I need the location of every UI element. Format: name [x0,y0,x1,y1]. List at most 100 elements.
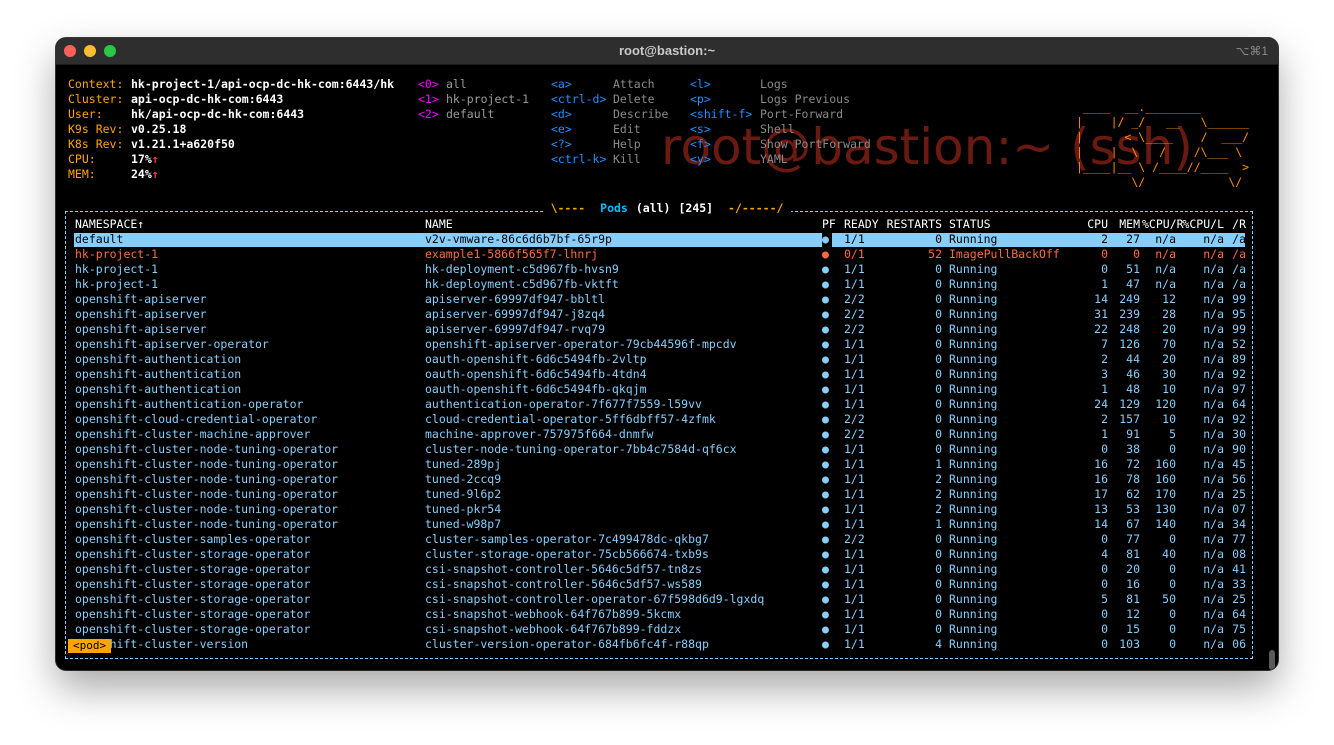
hotkey-key[interactable]: <a> [551,77,572,92]
hotkey-desc[interactable]: Edit [613,122,641,137]
column-header[interactable]: %CPU/L [1182,217,1224,232]
table-row[interactable]: openshift-cluster-node-tuning-operator tu… [56,472,1278,487]
namespace-key[interactable]: <0> [418,77,439,92]
table-row[interactable]: openshift-authentication-operator authent… [56,397,1278,412]
table-cell: 120 [1155,397,1176,411]
port-forward-indicator: ● [822,472,829,486]
hotkey-key[interactable]: <l> [690,77,711,92]
namespace-name[interactable]: hk-project-1 [446,92,529,107]
table-cell: 1 [1101,277,1108,291]
info-label: Context: [68,77,124,91]
hotkey-desc[interactable]: Kill [613,152,641,167]
table-cell: n/a [1155,277,1176,291]
table-row[interactable]: openshift-cluster-storage-operator csi-sn… [56,562,1278,577]
hotkey-desc[interactable]: Describe [613,107,668,122]
table-row[interactable]: openshift-apiserver apiserver-69997df947-… [56,307,1278,322]
hotkey-key[interactable]: <y> [690,152,711,167]
hotkey-key[interactable]: <d> [551,107,572,122]
hotkey-desc[interactable]: Help [613,137,641,152]
namespace-name[interactable]: default [446,107,494,122]
table-cell: hk-project-1 [75,247,159,261]
table-cell: openshift-cluster-storage-operator [75,607,311,621]
table-cell: csi-snapshot-webhook-64f767b899-5kcmx [425,607,682,621]
table-cell: apiserver-69997df947-j8zq4 [425,307,606,321]
column-header[interactable]: NAME [425,217,815,232]
table-cell: 1/1 [844,457,865,471]
table-row[interactable]: openshift-cloud-credential-operator cloud… [56,412,1278,427]
table-row[interactable]: default v2v-vmware-86c6d6b7bf-65r9p ● 1/1 0 R… [56,232,1278,247]
hotkey-desc[interactable]: YAML [760,152,788,167]
table-row[interactable]: openshift-cluster-node-tuning-operator tu… [56,487,1278,502]
hotkey-desc[interactable]: Port-Forward [760,107,843,122]
table-row[interactable]: openshift-authentication oauth-openshift-… [56,352,1278,367]
hotkey-desc[interactable]: Show PortForward [760,137,871,152]
table-row[interactable]: openshift-cluster-node-tuning-operator tu… [56,517,1278,532]
table-row[interactable]: hk-project-1 hk-deployment-c5d967fb-vktft… [56,277,1278,292]
table-row[interactable]: openshift-apiserver-operator openshift-ap… [56,337,1278,352]
hotkey-key[interactable]: <?> [551,137,572,152]
column-header[interactable]: READY [844,217,884,232]
hotkey-desc[interactable]: Shell [760,122,795,137]
info-label: User: [68,107,103,121]
table-cell: 0 [1101,562,1108,576]
table-cell: n/a [1203,427,1224,441]
table-cell: 1/1 [844,562,865,576]
hotkey-key[interactable]: <shift-f> [690,107,752,122]
table-row[interactable]: openshift-cluster-storage-operator csi-sn… [56,607,1278,622]
namespace-key[interactable]: <2> [418,107,439,122]
table-row[interactable]: openshift-cluster-storage-operator cluste… [56,547,1278,562]
table-row[interactable]: openshift-cluster-version cluster-version… [56,637,1278,652]
table-header: NAMESPACE↑ NAME PF READY RESTARTS STATUS CPU ME… [56,217,1278,232]
hotkey-desc[interactable]: Logs Previous [760,92,850,107]
table-row[interactable]: openshift-apiserver apiserver-69997df947-… [56,322,1278,337]
hotkey-desc[interactable]: Delete [613,92,655,107]
table-row[interactable]: openshift-authentication oauth-openshift-… [56,367,1278,382]
table-row[interactable]: hk-project-1 hk-deployment-c5d967fb-hvsn9… [56,262,1278,277]
window-title: root@bastion:~ [618,43,716,58]
table-cell: 38 [1126,442,1140,456]
table-row[interactable]: openshift-cluster-node-tuning-operator cl… [56,442,1278,457]
table-row[interactable]: openshift-cluster-storage-operator csi-sn… [56,622,1278,637]
table-cell: 0 [935,292,942,306]
namespace-name[interactable]: all [446,77,467,92]
hotkey-key[interactable]: <ctrl-k> [551,152,606,167]
hotkey-key[interactable]: <f> [690,137,711,152]
table-row[interactable]: openshift-cluster-node-tuning-operator tu… [56,502,1278,517]
column-header[interactable]: %CPU/R [1142,217,1184,232]
column-header[interactable]: CPU [1076,217,1108,232]
hotkey-key[interactable]: <ctrl-d> [551,92,606,107]
column-header[interactable]: RESTARTS [884,217,942,232]
hotkey-desc[interactable]: Logs [760,77,788,92]
table-cell: 56 [1232,472,1246,486]
scrollbar-thumb[interactable] [1269,650,1275,670]
table-cell: 0 [1101,607,1108,621]
port-forward-indicator: ● [822,397,829,411]
table-cell: 1/1 [844,592,865,606]
column-header[interactable]: STATUS [949,217,1069,232]
column-header[interactable]: NAMESPACE↑ [75,217,420,232]
column-header[interactable]: PF [822,217,836,232]
hotkey-desc[interactable]: Attach [613,77,655,92]
namespace-key[interactable]: <1> [418,92,439,107]
info-label: MEM: [68,167,96,181]
column-header[interactable]: /R [1226,217,1246,232]
table-row[interactable]: openshift-cluster-storage-operator csi-sn… [56,592,1278,607]
table-cell: openshift-cloud-credential-operator [75,412,318,426]
table-row[interactable]: openshift-authentication oauth-openshift-… [56,382,1278,397]
hotkey-key[interactable]: <p> [690,92,711,107]
table-row[interactable]: openshift-cluster-machine-approver machin… [56,427,1278,442]
table-row[interactable]: openshift-cluster-node-tuning-operator tu… [56,457,1278,472]
table-row[interactable]: openshift-cluster-samples-operator cluste… [56,532,1278,547]
table-cell: /a [1232,262,1246,276]
hotkey-key[interactable]: <s> [690,122,711,137]
breadcrumb-pod[interactable]: <pod> [68,639,112,653]
frame-right-deco: -/-----/ [724,201,788,215]
column-header[interactable]: MEM [1108,217,1140,232]
table-row[interactable]: openshift-apiserver apiserver-69997df947-… [56,292,1278,307]
table-row[interactable]: hk-project-1 example1-5866f565f7-lhnrj ● 0/… [56,247,1278,262]
k9s-terminal[interactable]: root@bastion:~ (ssh) Context: hk-project-… [56,64,1278,670]
table-cell: cloud-credential-operator-5ff6dbff57-4zf… [425,412,716,426]
table-row[interactable]: openshift-cluster-storage-operator csi-sn… [56,577,1278,592]
hotkey-key[interactable]: <e> [551,122,572,137]
table-cell: 0 [935,427,942,441]
